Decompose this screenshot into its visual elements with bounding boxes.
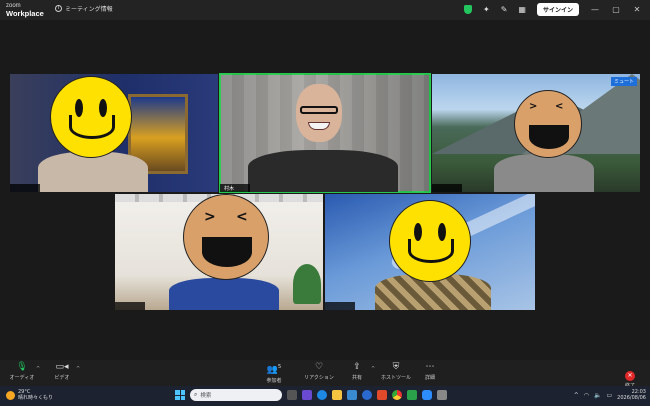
battery-icon[interactable]: ▭ xyxy=(607,392,613,399)
meeting-toolbar: 🎙 オーディオ ^ ▭◂ ビデオ ^ 👥5 参加者 ♡ リアクション ⇪ 共有 … xyxy=(0,360,650,389)
store-icon[interactable] xyxy=(347,390,357,400)
app-icon[interactable] xyxy=(407,390,417,400)
zoom-app-icon[interactable] xyxy=(422,390,432,400)
participant-body xyxy=(494,154,594,192)
end-button[interactable]: ✕ 終了 xyxy=(608,362,650,389)
participants-icon: 👥5 xyxy=(266,364,282,375)
video-tile[interactable]: > < xyxy=(115,194,323,310)
video-tile[interactable] xyxy=(10,74,218,192)
smiley-face-icon xyxy=(389,200,471,282)
participant-name-tag xyxy=(432,184,462,192)
smiley-face-icon xyxy=(50,76,132,158)
participant-name-tag xyxy=(10,184,40,192)
system-tray: ^ ◠ 🔈 ▭ 22:03 2026/08/06 xyxy=(574,389,646,401)
participant-body xyxy=(248,150,398,192)
weather-widget[interactable]: 29°C 晴れ時々くもり xyxy=(6,389,53,401)
muted-badge: ミュート xyxy=(610,77,637,86)
file-explorer-icon[interactable] xyxy=(332,390,342,400)
video-tile[interactable] xyxy=(325,194,535,310)
audio-label: オーディオ xyxy=(9,375,35,381)
chrome-icon[interactable] xyxy=(392,390,402,400)
wifi-icon[interactable]: ◠ xyxy=(584,392,589,399)
minimize-button[interactable]: — xyxy=(590,4,600,16)
end-x-icon: ✕ xyxy=(625,371,635,381)
taskbar-apps: ⌕ 検索 xyxy=(175,389,447,401)
whiteboard-icon[interactable]: ✎ xyxy=(501,4,508,16)
windows-taskbar: 29°C 晴れ時々くもり ⌕ 検索 ^ ◠ 🔈 ▭ 22:03 2026/08/… xyxy=(0,386,650,406)
zoom-window: zoom Workplace i ミーティング情報 ✦ ✎ ▦ サインイン — … xyxy=(0,0,650,406)
zoom-logo: zoom Workplace xyxy=(6,2,44,18)
participant-body xyxy=(169,278,279,310)
titlebar-controls: ✦ ✎ ▦ サインイン — ▢ ✕ xyxy=(464,3,642,16)
grid-view-icon[interactable]: ▦ xyxy=(518,4,526,16)
logo-bottom-text: Workplace xyxy=(6,9,44,18)
participant-body xyxy=(38,152,148,192)
clock[interactable]: 22:03 2026/08/06 xyxy=(617,389,646,401)
weather-text: 29°C 晴れ時々くもり xyxy=(18,389,53,401)
widgets-icon[interactable] xyxy=(302,390,312,400)
more-dots-icon: ⋯ xyxy=(425,362,435,372)
participants-count: 5 xyxy=(278,364,282,370)
participants-label: 参加者 xyxy=(266,378,282,384)
weather-condition: 晴れ時々くもり xyxy=(18,395,54,401)
windows-start-icon[interactable] xyxy=(175,390,185,400)
laughing-face-icon: > < xyxy=(514,90,582,158)
sun-icon xyxy=(6,390,15,400)
participant-name-tag: 村木 xyxy=(220,184,250,192)
chevron-up-icon[interactable]: ^ xyxy=(574,392,579,399)
meeting-info-button[interactable]: i ミーティング情報 xyxy=(55,4,113,13)
app-icon[interactable] xyxy=(437,390,447,400)
taskbar-search[interactable]: ⌕ 検索 xyxy=(190,389,282,401)
participant-name-tag xyxy=(325,302,355,310)
app-icon[interactable] xyxy=(362,390,372,400)
volume-icon[interactable]: 🔈 xyxy=(594,392,601,399)
more-button[interactable]: ⋯ 詳細 xyxy=(408,362,452,381)
participants-button[interactable]: 👥5 参加者 xyxy=(252,362,296,384)
active-speaker-tile[interactable]: 村木 xyxy=(219,73,431,193)
app-icon[interactable] xyxy=(377,390,387,400)
participant-head xyxy=(296,84,342,142)
plant xyxy=(293,264,321,304)
edge-icon[interactable] xyxy=(317,390,327,400)
laughing-face-icon: > < xyxy=(183,194,269,280)
maximize-button[interactable]: ▢ xyxy=(611,4,621,16)
security-shield-icon[interactable] xyxy=(464,5,473,14)
video-options-caret[interactable]: ^ xyxy=(76,366,80,372)
info-icon: i xyxy=(55,5,62,12)
more-label: 詳細 xyxy=(424,375,435,381)
apps-icon[interactable]: ✦ xyxy=(483,4,490,16)
title-bar: zoom Workplace i ミーティング情報 ✦ ✎ ▦ サインイン — … xyxy=(0,0,650,20)
share-label: 共有 xyxy=(351,375,362,381)
video-label: ビデオ xyxy=(54,375,70,381)
participant-name-tag xyxy=(115,302,145,310)
task-view-icon[interactable] xyxy=(287,390,297,400)
signin-button[interactable]: サインイン xyxy=(536,3,579,16)
video-tile[interactable]: > < ミュート xyxy=(432,74,640,192)
meeting-info-label: ミーティング情報 xyxy=(65,6,113,13)
close-button[interactable]: ✕ xyxy=(632,4,642,16)
video-gallery: 村木 > < ミュート > < xyxy=(0,20,650,360)
search-placeholder: 検索 xyxy=(200,393,212,399)
search-icon: ⌕ xyxy=(194,391,198,398)
date: 2026/08/06 xyxy=(617,395,646,401)
